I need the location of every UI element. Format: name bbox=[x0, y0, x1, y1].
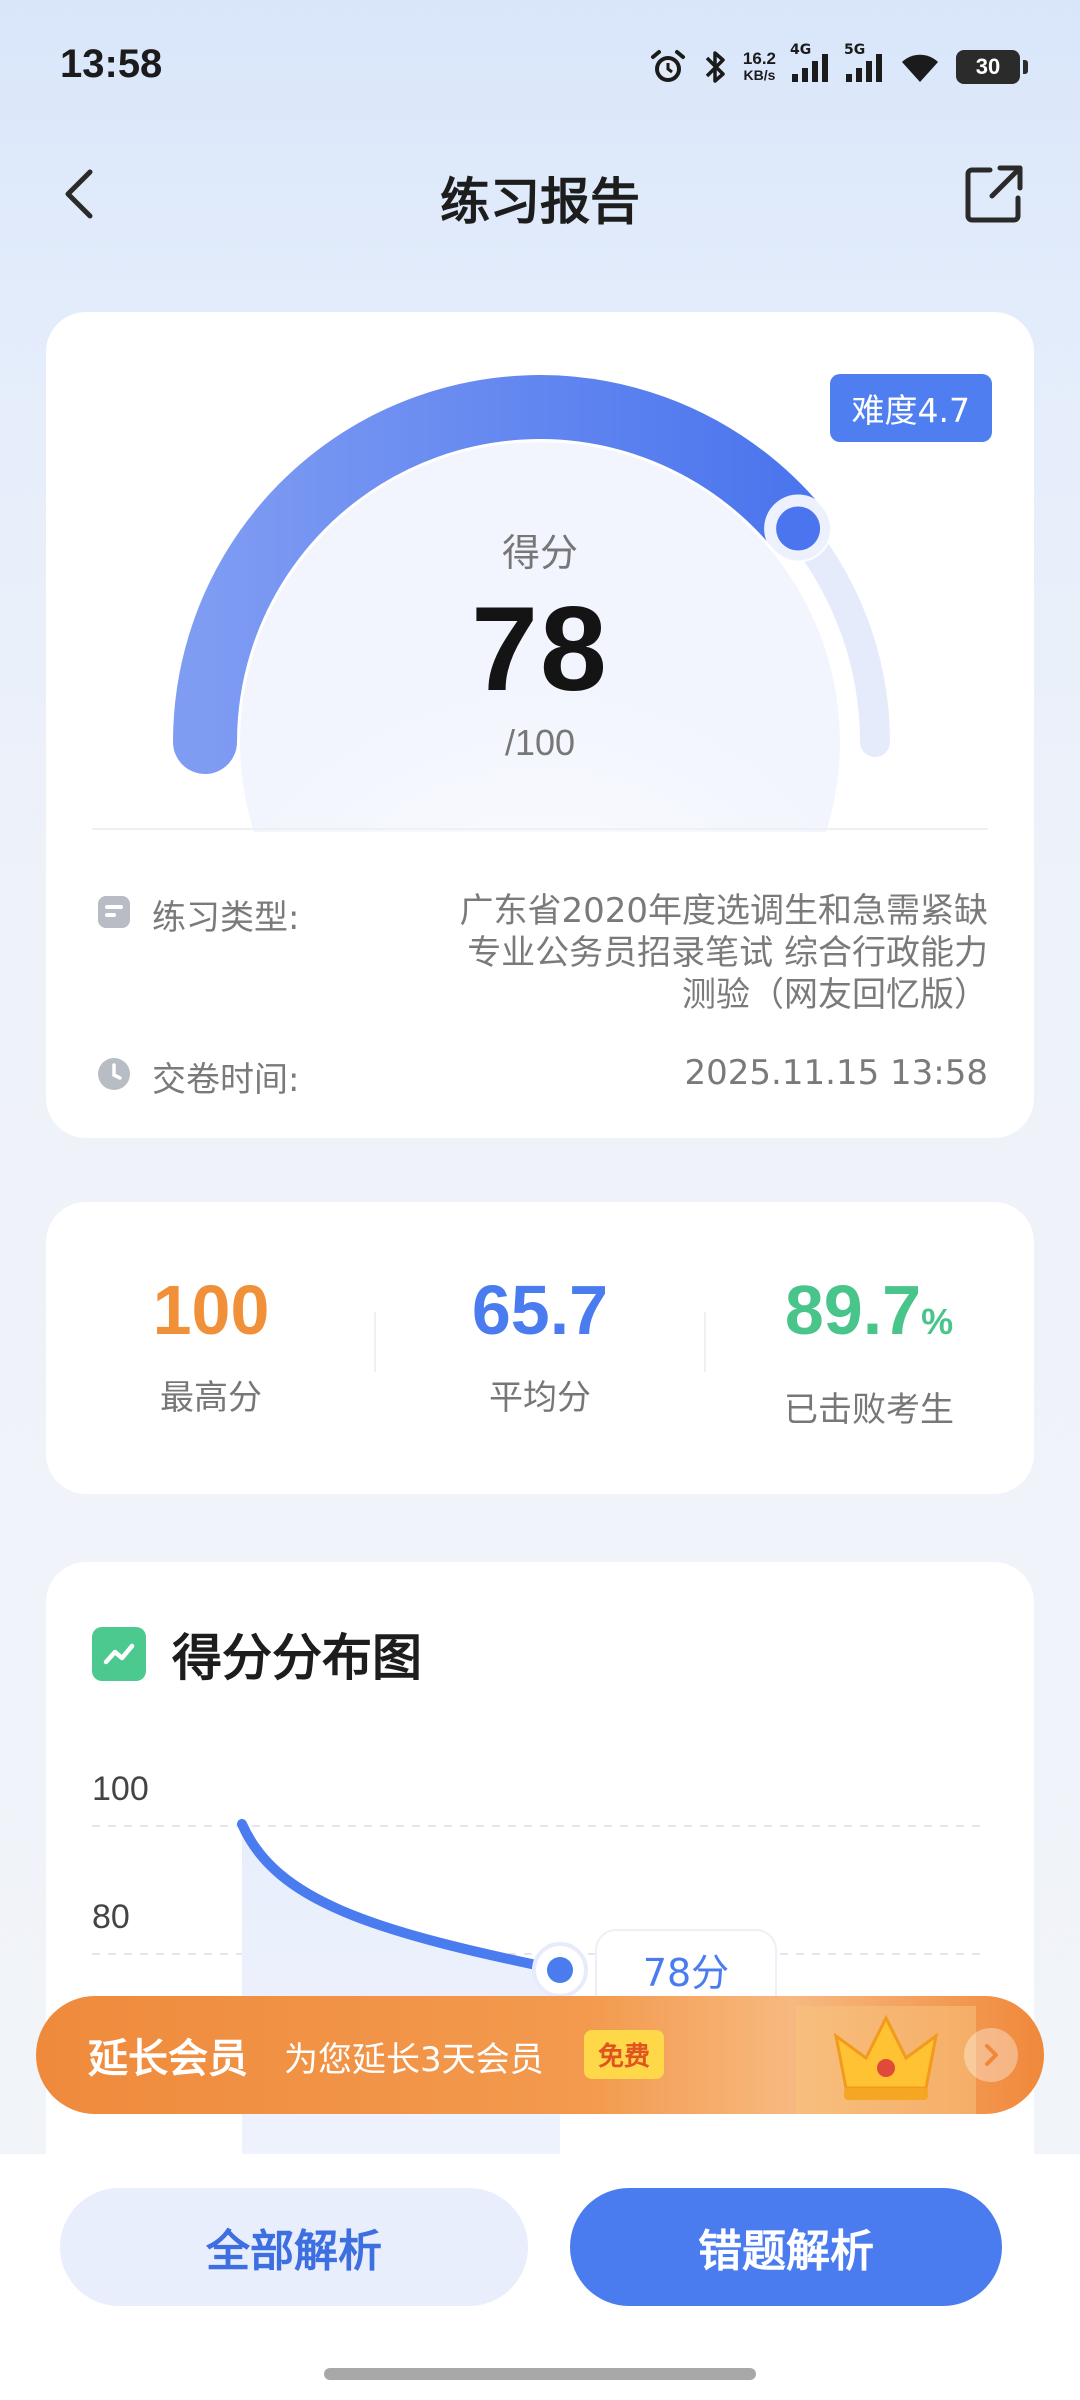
bottom-action-bar: 全部解析 错题解析 bbox=[0, 2154, 1080, 2400]
status-bar: 13:58 16.2 KB/s 4G 5G 30 bbox=[0, 0, 1080, 140]
signal-5g-label: 5G bbox=[844, 42, 866, 58]
wifi-icon bbox=[898, 50, 942, 84]
share-icon[interactable] bbox=[960, 160, 1028, 228]
network-speed-unit: KB/s bbox=[743, 67, 776, 83]
signal-4g-label: 4G bbox=[790, 42, 812, 58]
extend-membership-banner[interactable]: 延长会员 为您延长3天会员 免费 bbox=[36, 1996, 1044, 2114]
stat-number: 100 bbox=[152, 1271, 270, 1349]
clock-icon bbox=[96, 1056, 132, 1092]
battery-icon: 30 bbox=[956, 50, 1028, 84]
wrong-analysis-button[interactable]: 错题解析 bbox=[570, 2188, 1002, 2306]
stats-card: 100 最高分 65.7 平均分 89.7% 已击败考生 bbox=[46, 1202, 1034, 1494]
stat-average: 65.7 平均分 bbox=[375, 1270, 705, 1419]
stat-label: 已击败考生 bbox=[784, 1390, 954, 1430]
stat-label: 平均分 bbox=[489, 1378, 591, 1418]
score-max: /100 bbox=[504, 722, 576, 763]
divider bbox=[92, 828, 988, 830]
stat-number: 89.7 bbox=[784, 1271, 922, 1349]
y-tick-label: 100 bbox=[92, 1770, 149, 1808]
free-badge: 免费 bbox=[584, 2030, 665, 2079]
chevron-right-icon[interactable] bbox=[964, 2028, 1018, 2082]
stat-highest: 100 最高分 bbox=[46, 1270, 376, 1419]
distribution-title: 得分分布图 bbox=[172, 1629, 422, 1687]
score-card: 难度4.7 得分 78 /100 练习类型: 广东省2020年度选调生和急需紧缺… bbox=[46, 312, 1034, 1138]
alarm-icon bbox=[649, 48, 687, 86]
signal-4g-icon: 4G bbox=[790, 42, 830, 84]
page-title: 练习报告 bbox=[440, 173, 640, 231]
nav-bar: 练习报告 bbox=[0, 140, 1080, 250]
home-indicator[interactable] bbox=[324, 2368, 756, 2380]
submit-time-label: 交卷时间: bbox=[152, 1060, 300, 1100]
stat-unit: % bbox=[921, 1301, 954, 1342]
submit-time-value: 2025.11.15 13:58 bbox=[684, 1053, 988, 1093]
y-tick-label: 80 bbox=[92, 1898, 130, 1936]
practice-type-line: 专业公务员招录笔试 综合行政能力 bbox=[467, 933, 988, 973]
marker-label: 78分 bbox=[643, 1951, 729, 1995]
score-label: 得分 bbox=[501, 531, 578, 575]
status-time: 13:58 bbox=[60, 42, 163, 86]
practice-type-line: 广东省2020年度选调生和急需紧缺 bbox=[459, 891, 988, 931]
practice-type-line: 测验（网友回忆版） bbox=[682, 975, 988, 1015]
crown-icon bbox=[796, 2006, 976, 2114]
promo-subtitle: 为您延长3天会员 bbox=[284, 2040, 544, 2080]
promo-title: 延长会员 bbox=[88, 2036, 248, 2082]
network-speed: 16.2 KB/s bbox=[743, 50, 776, 84]
signal-5g-icon: 5G bbox=[844, 42, 884, 84]
distribution-header: 得分分布图 bbox=[92, 1618, 422, 1690]
stat-value: 65.7 bbox=[375, 1270, 705, 1350]
difficulty-badge: 难度4.7 bbox=[829, 374, 992, 442]
bluetooth-icon bbox=[701, 48, 729, 86]
submit-time-row: 交卷时间: 2025.11.15 13:58 bbox=[96, 1052, 988, 1100]
practice-type-value: 广东省2020年度选调生和急需紧缺 专业公务员招录笔试 综合行政能力 测验（网友… bbox=[428, 890, 988, 1016]
network-speed-value: 16.2 bbox=[742, 49, 776, 68]
battery-level: 30 bbox=[975, 54, 1001, 79]
stat-value: 89.7% bbox=[704, 1270, 1034, 1362]
practice-type-label: 练习类型: bbox=[152, 898, 300, 938]
stat-value: 100 bbox=[46, 1270, 376, 1350]
all-analysis-button[interactable]: 全部解析 bbox=[60, 2188, 528, 2306]
stat-number: 65.7 bbox=[471, 1271, 609, 1349]
practice-type-row: 练习类型: 广东省2020年度选调生和急需紧缺 专业公务员招录笔试 综合行政能力… bbox=[96, 890, 988, 1020]
score-value: 78 bbox=[471, 582, 609, 716]
stat-beaten: 89.7% 已击败考生 bbox=[704, 1270, 1034, 1431]
trend-icon bbox=[92, 1627, 146, 1681]
score-marker bbox=[547, 1957, 573, 1983]
document-icon bbox=[96, 894, 132, 930]
stat-label: 最高分 bbox=[160, 1378, 262, 1418]
status-icons: 16.2 KB/s 4G 5G 30 bbox=[649, 42, 1028, 86]
